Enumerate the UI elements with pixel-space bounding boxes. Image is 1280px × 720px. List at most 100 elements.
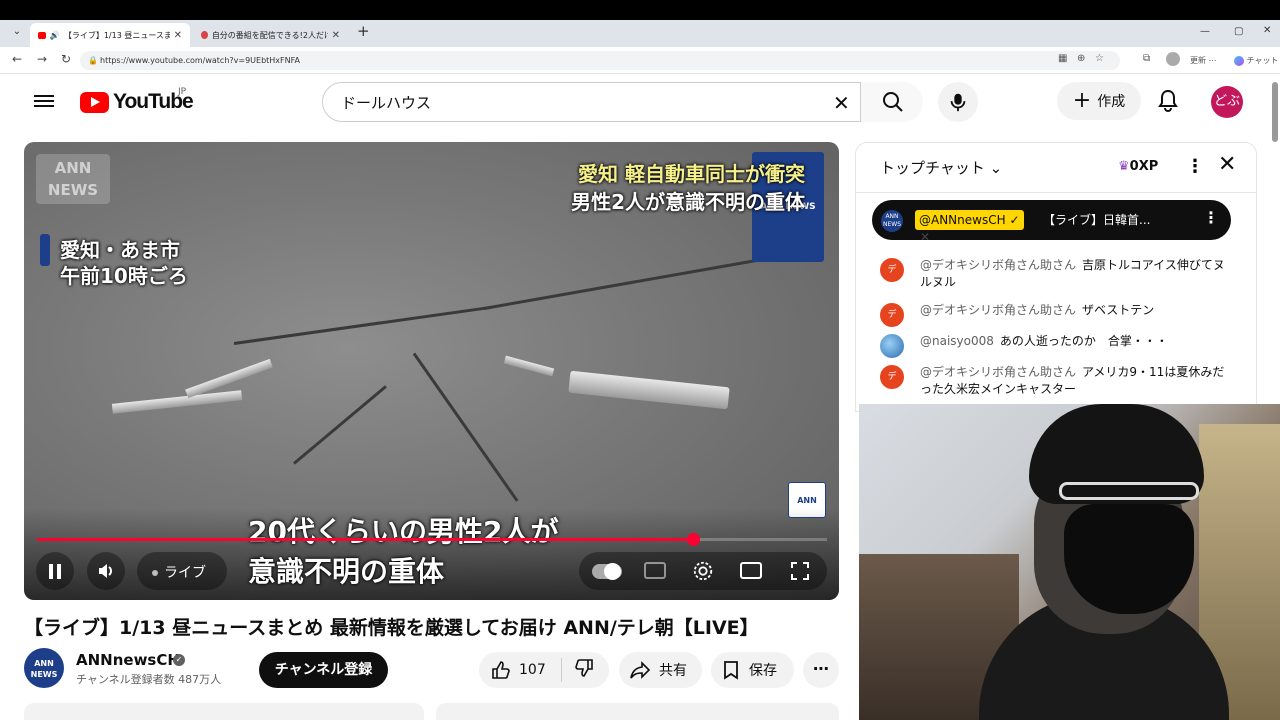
pause-icon [49, 564, 53, 579]
minimize-icon[interactable]: — [1200, 26, 1210, 37]
close-window-icon[interactable]: ✕ [1263, 25, 1271, 36]
headline-caption: 愛知 軽自動車同士が衝突 男性2人が意識不明の重体 [571, 160, 805, 216]
settings-gear-icon[interactable] [692, 560, 714, 582]
tab-list-chevron-icon[interactable]: ⌄ [8, 26, 26, 42]
bookmark-icon [724, 661, 738, 680]
search-input[interactable] [341, 83, 821, 121]
dislike-button[interactable] [562, 658, 594, 682]
progress-bar[interactable] [37, 533, 827, 546]
favorite-star-icon[interactable]: ☆ [1095, 53, 1104, 64]
chat-close-icon[interactable]: ✕ [1218, 152, 1236, 177]
youtube-favicon-icon [38, 31, 46, 39]
headline-line-1: 愛知 軽自動車同士が衝突 [578, 162, 805, 186]
like-button[interactable]: 107 [479, 660, 561, 680]
notifications-bell-icon[interactable] [1156, 88, 1180, 114]
chat-text: ザベストテン [1082, 303, 1155, 317]
tab-close-icon[interactable]: ✕ [174, 30, 182, 41]
dismiss-pinned-icon[interactable]: ✕ [920, 230, 930, 244]
description-box[interactable] [24, 703, 424, 720]
pinned-avatar: ANN NEWS [881, 210, 903, 232]
fullscreen-icon[interactable] [790, 561, 810, 581]
webcam-mask [1064, 504, 1194, 614]
pinned-author[interactable]: @ANNnewsCH ✓ [915, 210, 1024, 230]
location-line: 愛知・あま市 [60, 238, 180, 262]
reload-icon[interactable]: ↻ [61, 52, 71, 66]
hamburger-menu-icon[interactable] [34, 92, 54, 110]
back-icon[interactable]: ← [12, 52, 22, 66]
chat-author[interactable]: @naisyo008 [920, 334, 994, 348]
top-black-band [0, 0, 1280, 20]
live-label[interactable]: ライブ [152, 562, 206, 582]
road-crack [483, 254, 780, 310]
chat-author[interactable]: @デオキシリボ角さん助さん [920, 258, 1076, 272]
ann-watermark-logo: ANN NEWS [36, 154, 110, 204]
search-button[interactable] [860, 82, 923, 122]
chat-avatar [880, 334, 904, 358]
more-actions-button[interactable]: ⋯ [803, 652, 839, 688]
location-caption: 愛知・あま市 午前10時ごろ [60, 237, 188, 289]
account-avatar[interactable]: どぶ [1211, 86, 1243, 118]
chat-author[interactable]: @デオキシリボ角さん助さん [920, 365, 1076, 379]
theater-mode-icon[interactable] [740, 562, 762, 579]
chat-message[interactable]: デ @デオキシリボ角さん助さん アメリカ9・11は夏休みだった久米宏メインキャスタ… [880, 364, 1225, 398]
browser-tab-active[interactable]: 🔊 【ライブ】1/13 昼ニュースまとめ 最 ✕ [30, 23, 190, 47]
share-button[interactable]: 共有 [619, 652, 702, 688]
autoplay-play-icon [604, 563, 621, 580]
page-scrollbar[interactable] [1272, 82, 1278, 142]
pinned-menu-icon[interactable]: ⋮ [1203, 208, 1219, 227]
chat-mode-dropdown[interactable]: トップチャット ⌄ [880, 157, 1002, 178]
autoplay-toggle[interactable] [592, 563, 622, 580]
screen: ⌄ 🔊 【ライブ】1/13 昼ニュースまとめ 最 ✕ 自分の番組を配信できる!2… [0, 0, 1280, 720]
chat-message[interactable]: @naisyo008 あの人逝ったのか 合掌・・・ [880, 333, 1225, 358]
car-debris [111, 390, 243, 414]
voice-search-button[interactable] [938, 82, 978, 122]
save-button[interactable]: 保存 [711, 652, 794, 688]
volume-button[interactable] [87, 552, 125, 590]
copilot-chat-button[interactable]: チャット [1234, 55, 1278, 66]
channel-name[interactable]: ANNnewsCH [76, 651, 180, 669]
progress-scrubber[interactable] [686, 533, 700, 546]
zoom-icon[interactable]: ⊕ [1077, 53, 1085, 64]
chat-message[interactable]: デ @デオキシリボ角さん助さん ザベストテン [880, 302, 1225, 327]
create-button[interactable]: + 作成 [1057, 82, 1141, 120]
update-button[interactable]: 更新 ⋯ [1190, 55, 1217, 66]
car-debris [568, 370, 730, 410]
url-field[interactable]: 🔒 https://www.youtube.com/watch?v=9UEbtH… [80, 51, 1120, 70]
site-info-icon[interactable]: 🔒 [88, 51, 98, 70]
subtitle-line-1: 20代くらいの男性2人が [248, 515, 559, 548]
video-player[interactable]: ANN NEWS ANN NEWS ANN 愛知・あま市 午前10時ごろ 愛知 軽… [24, 142, 839, 600]
read-aloud-icon[interactable]: ▦ [1058, 53, 1067, 64]
road-crack [233, 305, 492, 345]
chat-header: トップチャット ⌄ ♛0XP ⋮ ✕ [856, 143, 1256, 193]
chat-message[interactable]: デ @デオキシリボ角さん助さん 吉原トルコアイス伸びてヌルヌル [880, 257, 1225, 291]
new-tab-button[interactable]: + [357, 22, 370, 40]
progress-played [37, 538, 693, 541]
microphone-icon [950, 93, 966, 112]
live-chat-panel: トップチャット ⌄ ♛0XP ⋮ ✕ ANN NEWS @ANNnewsCH ✓ … [855, 142, 1257, 412]
chat-menu-icon[interactable]: ⋮ [1186, 156, 1204, 177]
audio-playing-icon[interactable]: 🔊 [50, 31, 60, 40]
update-label: 更新 [1190, 56, 1206, 65]
browser-tab[interactable]: 自分の番組を配信できる!2人だけでう ✕ [193, 23, 348, 47]
chat-title: トップチャット [880, 159, 985, 177]
forward-icon[interactable]: → [37, 52, 47, 66]
tab-close-icon[interactable]: ✕ [332, 30, 340, 41]
channel-avatar[interactable]: ANN NEWS [24, 648, 64, 688]
search-icon [883, 92, 903, 112]
profile-icon[interactable] [1166, 52, 1180, 66]
extensions-icon[interactable]: ⧉ [1143, 53, 1150, 64]
car-debris [503, 355, 555, 377]
pinned-text: 【ライブ】日韓首... [1043, 213, 1151, 227]
subscribe-button[interactable]: チャンネル登録 [259, 652, 388, 688]
subtitles-icon[interactable] [644, 562, 666, 579]
webcam-overlay [859, 404, 1280, 720]
maximize-icon[interactable]: ▢ [1234, 26, 1243, 37]
xp-badge[interactable]: ♛0XP [1118, 159, 1158, 174]
pause-button[interactable] [36, 552, 74, 590]
time-line: 午前10時ごろ [60, 264, 188, 288]
description-box-right [436, 703, 839, 720]
chat-author[interactable]: @デオキシリボ角さん助さん [920, 303, 1076, 317]
search-box: ✕ [322, 82, 923, 122]
clear-search-icon[interactable]: ✕ [833, 91, 850, 115]
youtube-logo[interactable]: YouTube JP [80, 87, 194, 114]
